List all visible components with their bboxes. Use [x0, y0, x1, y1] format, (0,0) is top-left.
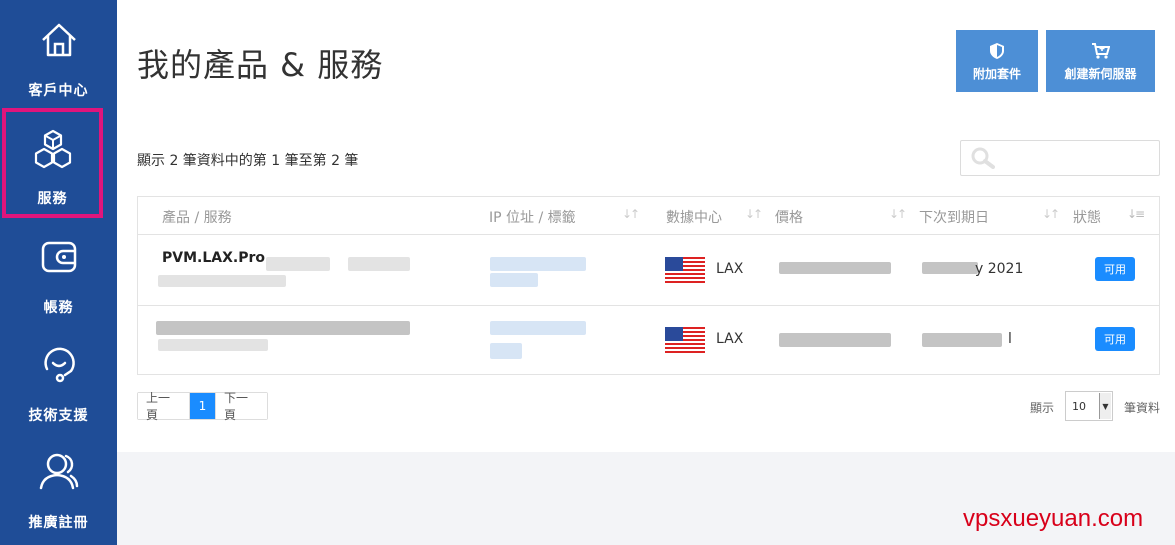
per-page-select[interactable]: 10 ▼ — [1065, 391, 1113, 421]
search-box[interactable] — [960, 140, 1160, 176]
redacted-price — [779, 262, 891, 274]
sort-desc-icon[interactable]: ↓≡ — [1127, 207, 1145, 221]
column-price[interactable]: 價格 — [775, 207, 803, 227]
sidebar-item-support[interactable]: 技術支援 — [0, 325, 117, 432]
redacted-ip — [490, 273, 538, 287]
main-panel: 我的產品 & 服務 附加套件 創建新伺服器 顯示 2 筆資料中的第 1 筆至第 … — [117, 0, 1175, 452]
sidebar: 客戶中心 服務 帳務 技術支援 推廣註冊 — [0, 0, 117, 545]
sidebar-item-services[interactable]: 服務 — [2, 108, 103, 218]
table-header: 產品 / 服務 IP 位址 / 標籤 ↓↑ 數據中心 ↓↑ 價格 ↓↑ 下次到期… — [138, 197, 1159, 235]
sidebar-item-label: 技術支援 — [28, 408, 89, 424]
home-icon — [37, 18, 81, 62]
redacted-ip — [490, 343, 522, 359]
redacted-text — [156, 321, 410, 335]
redacted-text — [158, 275, 286, 287]
due-date: l — [1008, 331, 1012, 347]
us-flag-icon — [665, 327, 705, 353]
sidebar-item-label: 推廣註冊 — [28, 515, 89, 531]
datacenter: LAX — [716, 331, 744, 347]
table-row[interactable]: LAX l 可用 — [138, 305, 1159, 375]
sidebar-item-client-center[interactable]: 客戶中心 — [0, 0, 117, 107]
column-status[interactable]: 狀態 — [1073, 207, 1101, 227]
sidebar-item-label: 服務 — [37, 191, 68, 207]
watermark: vpsxueyuan.com — [963, 505, 1144, 532]
prev-page-button[interactable]: 上一頁 — [138, 391, 190, 422]
redacted-text — [158, 339, 268, 351]
datacenter: LAX — [716, 261, 744, 277]
show-label: 顯示 — [1030, 401, 1055, 415]
column-datacenter[interactable]: 數據中心 — [666, 207, 722, 227]
sidebar-item-referral[interactable]: 推廣註冊 — [0, 432, 117, 539]
redacted-text — [266, 257, 330, 271]
user-group-icon — [37, 450, 81, 494]
due-date: y 2021 — [975, 261, 1024, 277]
status-badge: 可用 — [1095, 327, 1135, 351]
column-product[interactable]: 產品 / 服務 — [162, 207, 232, 227]
sidebar-item-billing[interactable]: 帳務 — [0, 217, 117, 324]
redacted-ip — [490, 257, 586, 271]
redacted-date — [922, 333, 1002, 347]
new-server-button[interactable]: 創建新伺服器 — [1046, 30, 1155, 92]
chevron-down-icon[interactable]: ▼ — [1099, 393, 1111, 419]
search-input[interactable] — [999, 145, 1154, 171]
redacted-date — [922, 262, 978, 274]
column-ip[interactable]: IP 位址 / 標籤 — [489, 207, 576, 227]
next-page-button[interactable]: 下一頁 — [215, 391, 267, 422]
redacted-text — [348, 257, 410, 271]
sort-icon[interactable]: ↓↑ — [745, 207, 763, 221]
search-icon — [971, 147, 995, 173]
product-name: PVM.LAX.Pro. — [162, 250, 271, 266]
wallet-icon — [37, 235, 81, 279]
status-badge: 可用 — [1095, 257, 1135, 281]
sort-icon[interactable]: ↓↑ — [889, 207, 907, 221]
services-table: 產品 / 服務 IP 位址 / 標籤 ↓↑ 數據中心 ↓↑ 價格 ↓↑ 下次到期… — [137, 196, 1160, 375]
per-page-value: 10 — [1072, 400, 1086, 413]
sidebar-item-label: 帳務 — [43, 300, 74, 316]
table-row[interactable]: PVM.LAX.Pro. LAX y 2021 可用 — [138, 235, 1159, 305]
new-server-label: 創建新伺服器 — [1064, 66, 1137, 81]
support-icon — [37, 343, 81, 387]
records-label: 筆資料 — [1124, 401, 1161, 415]
cubes-icon — [31, 128, 75, 172]
pagination: 上一頁 1 下一頁 — [137, 391, 268, 422]
cart-icon — [1091, 41, 1110, 61]
shield-icon — [990, 41, 1004, 61]
page-title: 我的產品 & 服務 — [137, 46, 384, 84]
sort-icon[interactable]: ↓↑ — [1042, 207, 1060, 221]
sort-icon[interactable]: ↓↑ — [622, 207, 640, 221]
current-page-button[interactable]: 1 — [190, 393, 215, 419]
redacted-price — [779, 333, 891, 347]
addon-button[interactable]: 附加套件 — [956, 30, 1038, 92]
sidebar-item-label: 客戶中心 — [28, 83, 89, 99]
us-flag-icon — [665, 257, 705, 283]
column-due-date[interactable]: 下次到期日 — [919, 207, 989, 227]
table-info: 顯示 2 筆資料中的第 1 筆至第 2 筆 — [137, 153, 359, 169]
addon-label: 附加套件 — [972, 66, 1021, 81]
redacted-ip — [490, 321, 586, 335]
